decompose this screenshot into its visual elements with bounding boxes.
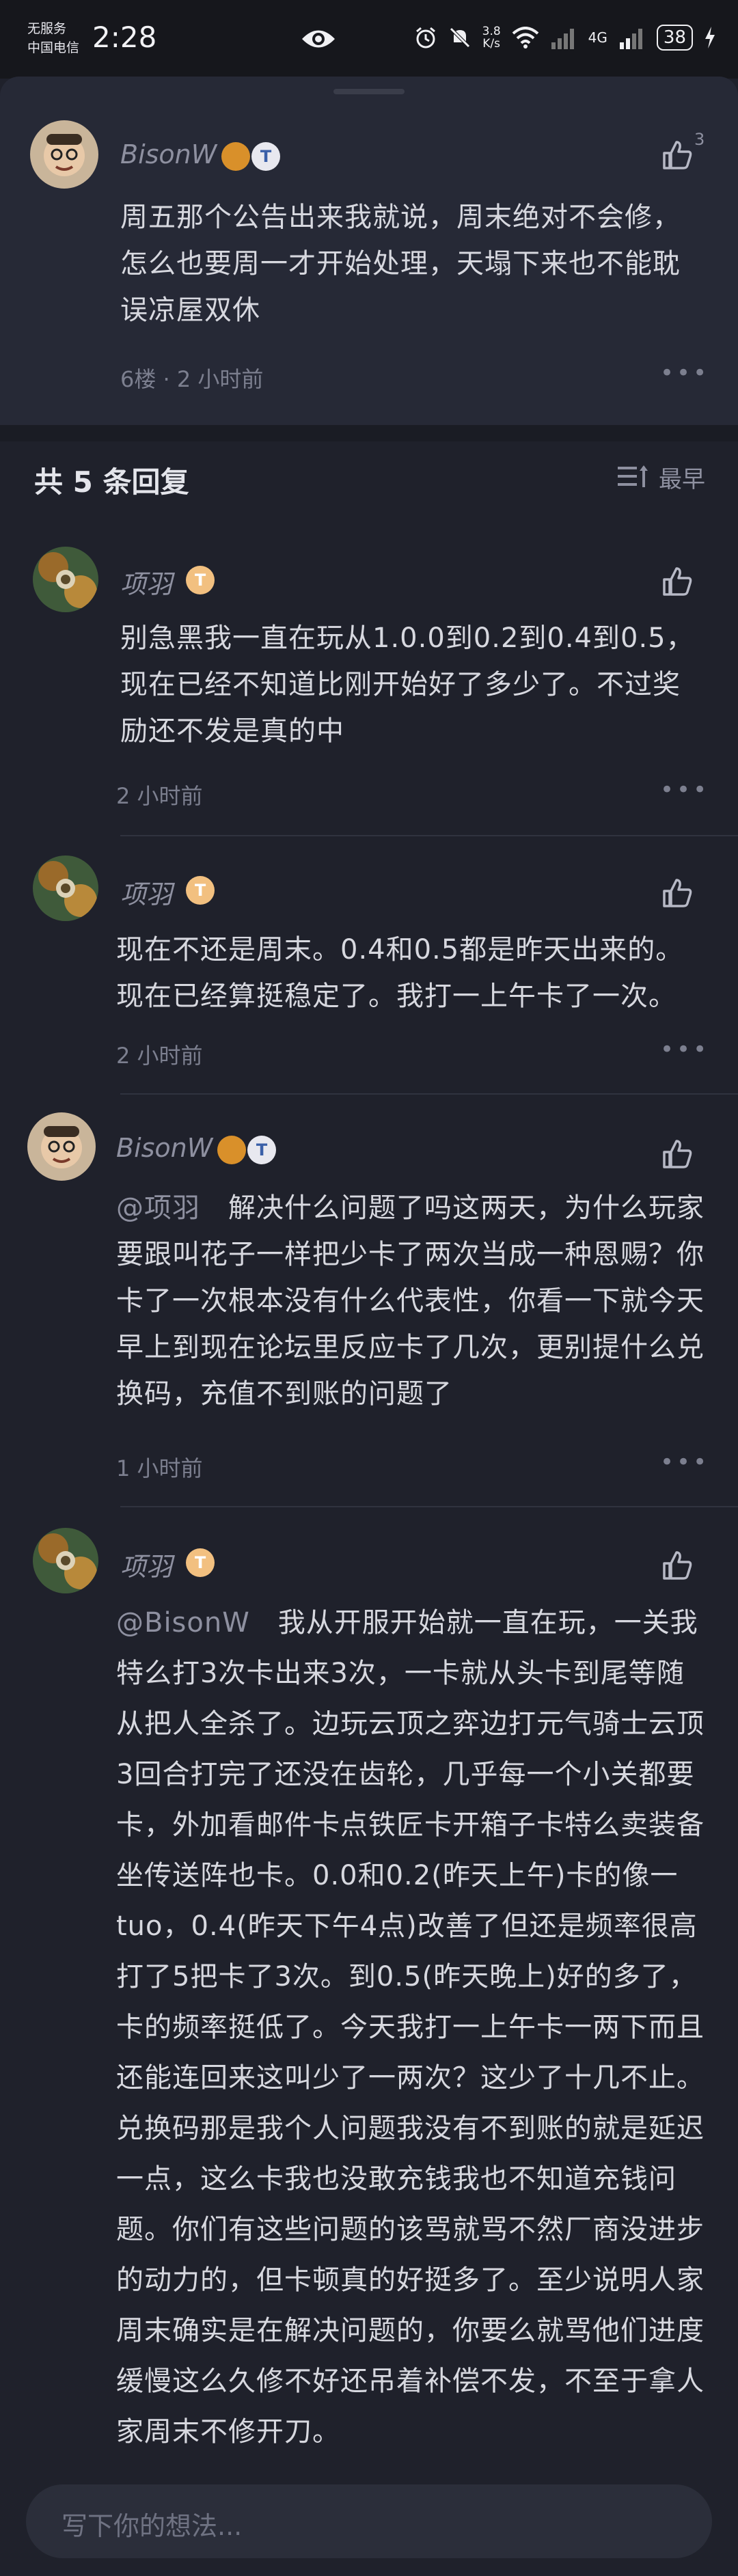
reply-text: @项羽 解决什么问题了吗这两天，为什么玩家要跟叫花子一样把少卡了两次当成一种恩赐… [116, 1185, 705, 1417]
avatar-xiangyu-icon [33, 1528, 98, 1593]
avatar[interactable] [33, 1528, 98, 1593]
alarm-icon [415, 27, 435, 49]
status-bar: 无服务 中国电信 2:28 3.8 K/s 4G 38 [0, 0, 738, 79]
avatar[interactable] [33, 855, 98, 921]
reply-text: 别急黑我一直在玩从1.0.0到0.2到0.4到0.5，现在已经不知道比刚开始好了… [120, 622, 694, 747]
avatar[interactable] [27, 1112, 96, 1181]
username[interactable]: 项羽 [120, 873, 172, 911]
net-speed: 3.8 K/s [482, 25, 501, 50]
sort-list-icon [618, 465, 648, 487]
like-icon[interactable] [660, 1137, 694, 1171]
signal-icon-2 [619, 29, 642, 49]
fire-badge-icon [221, 142, 250, 171]
avatar[interactable] [30, 120, 98, 189]
username[interactable]: 项羽 [120, 563, 172, 601]
like-count: 3 [694, 130, 705, 149]
network-type: 4G [588, 29, 607, 46]
reply-text: 现在不还是周末。0.4和0.5都是昨天出来的。现在已经算挺稳定了。我打一上午卡了… [116, 934, 684, 1012]
battery-indicator: 38 [656, 25, 693, 51]
reply-divider [120, 835, 738, 836]
reply-divider [120, 1506, 738, 1507]
main-comment-meta: 6楼 · 2 小时前 [120, 366, 264, 392]
comment-input-placeholder: 写下你的想法... [62, 2511, 243, 2541]
like-icon[interactable] [660, 138, 694, 172]
drag-handle[interactable] [333, 89, 405, 94]
mute-bell-icon [449, 27, 470, 48]
net-speed-unit: K/s [482, 37, 501, 51]
reply-text-body: 解决什么问题了吗这两天，为什么玩家要跟叫花子一样把少卡了两次当成一种恩赐？你卡了… [116, 1192, 705, 1410]
level-badge-icon: T [186, 876, 215, 905]
comment-input[interactable]: 写下你的想法... [26, 2484, 712, 2558]
mention-link[interactable]: @BisonW [116, 1607, 250, 1639]
avatar-bisonw-icon [30, 120, 98, 189]
main-comment-text: 周五那个公告出来我就说，周末绝对不会修，怎么也要周一才开始处理，天塌下来也不能耽… [120, 202, 681, 326]
username[interactable]: 项羽 [120, 1546, 172, 1583]
avatar-xiangyu-icon [33, 547, 98, 612]
carrier-label: 无服务 中国电信 [27, 19, 79, 57]
eye-icon [302, 30, 335, 48]
level-badge-icon: T [247, 1136, 276, 1164]
reply-divider [120, 1093, 738, 1095]
username[interactable]: BisonW [120, 139, 217, 169]
carrier-line-2: 中国电信 [27, 40, 80, 55]
reply-text-body: 我从开服开始就一直在玩，一关我特么打3次卡出来3次，一卡就从头卡到尾等随从把人全… [116, 1607, 705, 2448]
reply-time: 2 小时前 [116, 1043, 203, 1069]
avatar-bisonw-icon [27, 1112, 96, 1181]
reply-time: 2 小时前 [116, 783, 203, 809]
like-icon[interactable] [660, 876, 694, 910]
more-options-icon[interactable]: ••• [660, 1449, 709, 1476]
more-options-icon[interactable]: ••• [660, 776, 709, 804]
level-badge-icon: T [186, 1548, 215, 1577]
fire-badge-icon [217, 1136, 246, 1164]
status-time: 2:28 [92, 20, 157, 54]
net-speed-value: 3.8 [482, 25, 501, 38]
reply-text: @BisonW 我从开服开始就一直在玩，一关我特么打3次卡出来3次，一卡就从头卡… [116, 1598, 705, 2456]
status-icons: 3.8 K/s 4G 38 [414, 20, 716, 55]
more-options-icon[interactable]: ••• [660, 359, 709, 387]
username[interactable]: BisonW [116, 1133, 213, 1163]
sort-label: 最早 [659, 466, 705, 493]
replies-count-title: 共 5 条回复 [34, 465, 189, 499]
like-icon[interactable] [660, 1548, 694, 1582]
wifi-icon [512, 27, 538, 49]
carrier-line-1: 无服务 [27, 21, 67, 36]
reply-time: 1 小时前 [116, 1455, 203, 1481]
level-badge-icon: T [251, 142, 280, 171]
section-separator [0, 425, 738, 441]
level-badge-icon: T [186, 566, 215, 594]
avatar-xiangyu-icon [33, 855, 98, 921]
signal-icon-1 [551, 29, 574, 49]
like-icon[interactable] [660, 564, 694, 599]
more-options-icon[interactable]: ••• [660, 1036, 709, 1063]
charging-icon [705, 27, 715, 49]
mention-link[interactable]: @项羽 [116, 1192, 200, 1224]
avatar[interactable] [33, 547, 98, 612]
sort-toggle[interactable]: 最早 [616, 461, 705, 494]
